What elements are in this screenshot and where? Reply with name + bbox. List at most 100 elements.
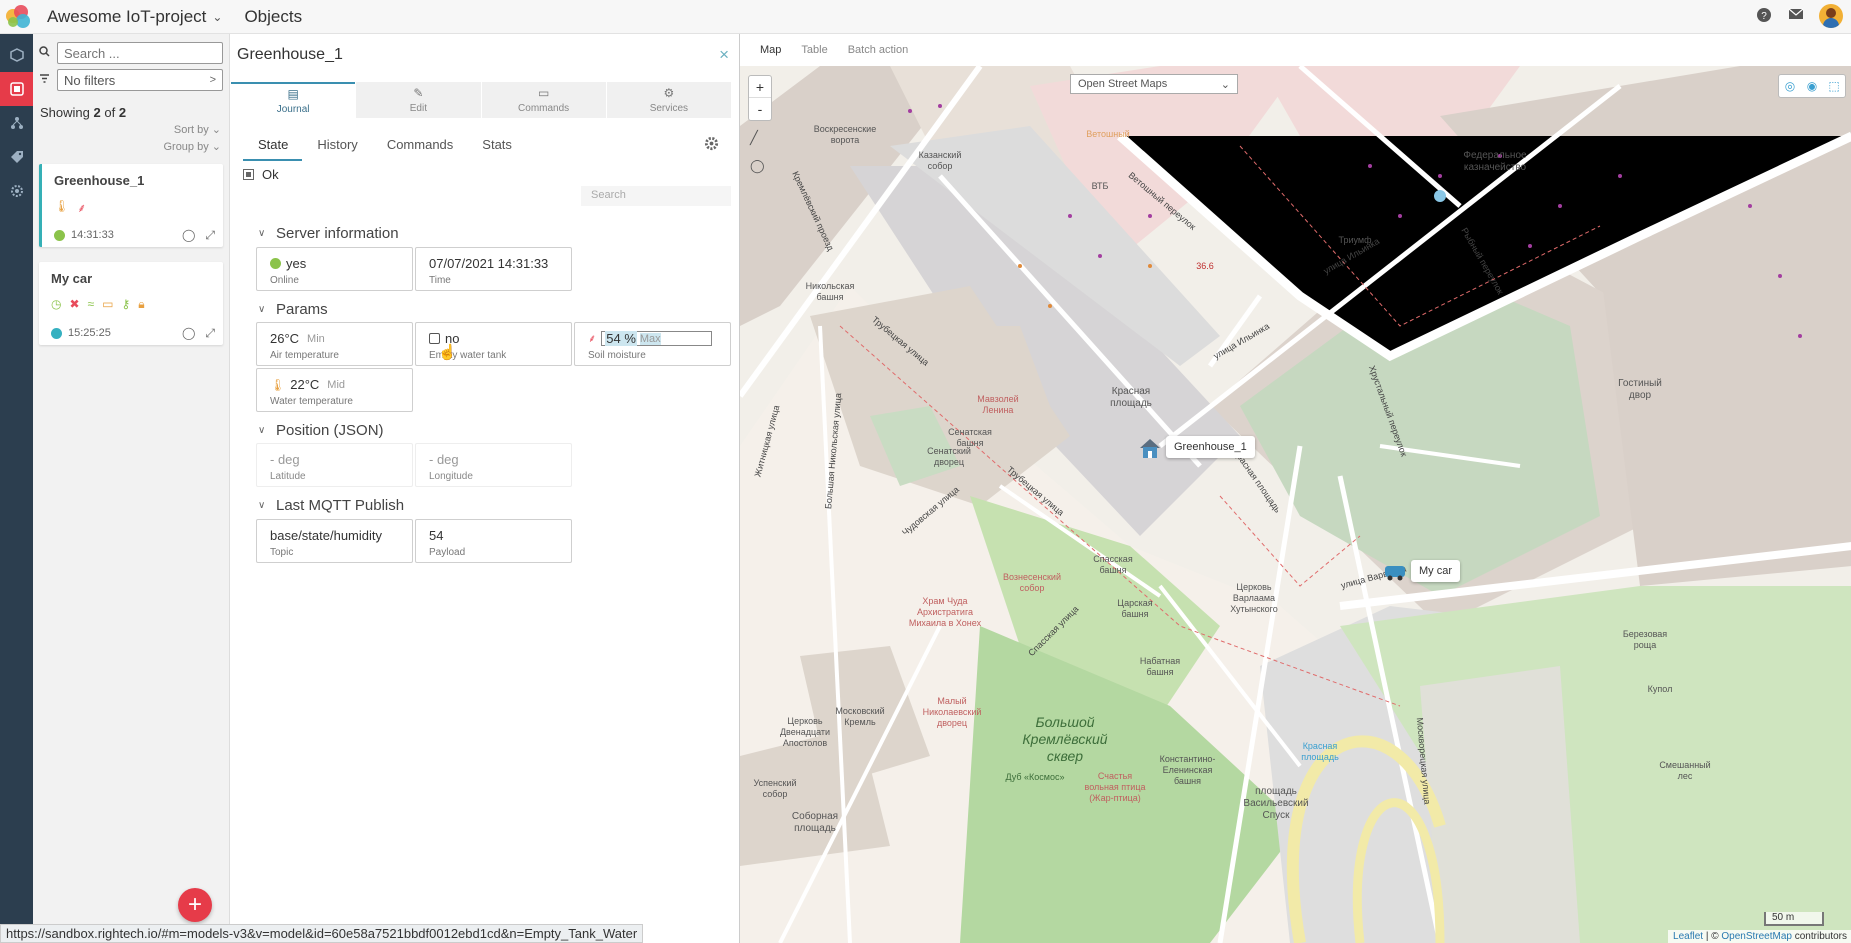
chevron-down-icon: ⌄ xyxy=(211,141,221,153)
nav-objects-icon[interactable] xyxy=(0,72,33,106)
tab-state[interactable]: State xyxy=(243,135,303,161)
group-position[interactable]: ∨ Position (JSON) xyxy=(258,422,384,439)
filter-label: No filters xyxy=(64,72,116,88)
project-selector[interactable]: Awesome IoT-project ⌄ xyxy=(47,7,222,27)
object-detail-panel: Greenhouse_1 × ▤ Journal ✎ Edit ▭ Comman… xyxy=(231,34,739,943)
chevron-down-icon: ⌄ xyxy=(212,9,223,24)
nav-tags-icon[interactable] xyxy=(0,140,33,174)
mail-icon[interactable] xyxy=(1787,7,1805,25)
tab-map[interactable]: Map xyxy=(760,44,781,56)
map-label-skver: Большой Кремлёвский сквер xyxy=(1022,714,1108,764)
map-label-krasnaya-station: Красная площадь xyxy=(1301,741,1339,762)
map-label-uspensky: Успенский собор xyxy=(753,778,797,799)
services-icon: ⚙ xyxy=(663,86,675,100)
edit-icon: ✎ xyxy=(413,86,424,100)
zoom-in-button[interactable]: + xyxy=(749,76,771,98)
map-label-kazansky: Казанский собор xyxy=(918,150,962,171)
map-label-berez: Березовая роща xyxy=(1622,629,1668,650)
svg-text:?: ? xyxy=(1761,11,1767,22)
group-by-button[interactable]: Group by ⌄ xyxy=(163,140,221,153)
object-card-car[interactable]: My car ◷ ✖ ≈ ▭ ⚷ 🔒︎ 15:25:25 ◯ ⤢ xyxy=(39,262,223,345)
tab-journal[interactable]: ▤ Journal xyxy=(231,82,356,118)
chevron-down-icon: ∨ xyxy=(258,304,266,315)
target-icon[interactable]: ◎ xyxy=(1779,75,1801,97)
ruler-icon[interactable]: ╱ xyxy=(750,130,765,146)
map-panel: Map Table Batch action Красная площадь С… xyxy=(739,34,1851,943)
app-logo[interactable] xyxy=(4,1,36,33)
tile-payload: 54 Payload xyxy=(415,519,572,563)
object-card-greenhouse[interactable]: Greenhouse_1 🌡 ⸙ 14:31:33 ◯ ⤢ xyxy=(39,164,223,247)
tab-table[interactable]: Table xyxy=(801,44,827,56)
locate-icon[interactable]: ◯ xyxy=(182,228,195,243)
chevron-down-icon: ∨ xyxy=(258,500,266,511)
search-input[interactable] xyxy=(57,42,223,64)
locate-icon[interactable]: ◯ xyxy=(182,326,195,341)
journal-icon: ▤ xyxy=(287,87,299,101)
sort-by-button[interactable]: Sort by ⌄ xyxy=(174,123,221,136)
tab-stats[interactable]: Stats xyxy=(467,135,526,161)
group-params[interactable]: ∨ Params xyxy=(258,301,328,318)
map-tabs: Map Table Batch action xyxy=(740,34,1851,66)
map-label-federal: Федеральное казначейство xyxy=(1463,150,1527,173)
wifi-icon: ≈ xyxy=(87,297,95,311)
map-label-vozn: Вознесенский собор xyxy=(1003,572,1061,593)
map-marker-car[interactable]: My car xyxy=(1383,560,1460,582)
map-label-dvenadtsat: Церковь Двенадцати Апостолов xyxy=(779,716,831,748)
map-label-maly: Малый Николаевский дворец xyxy=(922,696,982,728)
nav-settings-icon[interactable] xyxy=(0,174,33,208)
gear-icon[interactable] xyxy=(704,136,719,155)
nav-automation-icon[interactable] xyxy=(0,106,33,140)
map-label-smesh: Смешанный лес xyxy=(1659,760,1711,781)
filter-selector[interactable]: No filters > xyxy=(57,69,223,91)
group-server-information[interactable]: ∨ Server information xyxy=(258,225,399,242)
map-attribution: Leaflet | © OpenStreetMap contributors xyxy=(1668,930,1851,943)
expand-icon[interactable]: ⤢ xyxy=(205,228,215,243)
map-label-voskres: Воскресенские ворота xyxy=(813,124,877,145)
soil-moisture-value[interactable]: 54 % Max xyxy=(601,331,713,346)
tab-history[interactable]: History xyxy=(302,135,371,161)
nav-models-icon[interactable] xyxy=(0,38,33,72)
state-search-input[interactable]: Search xyxy=(581,186,731,206)
map-label-senatskaya-tower: Сенатская башня xyxy=(948,427,992,448)
status-url-bar: https://sandbox.rightech.io/#m=models-v3… xyxy=(0,924,644,943)
zoom-out-button[interactable]: - xyxy=(749,98,771,120)
filter-icon xyxy=(39,73,51,87)
add-object-button[interactable]: + xyxy=(178,888,212,922)
detail-main-tabs: ▤ Journal ✎ Edit ▭ Commands ⚙ Services xyxy=(231,82,732,118)
tab-commands[interactable]: ▭ Commands xyxy=(481,82,606,118)
circle-tool-icon[interactable]: ◯ xyxy=(750,158,765,174)
tab-commands-sub[interactable]: Commands xyxy=(372,135,467,161)
battery-icon: ▭ xyxy=(102,297,114,311)
group-last-mqtt[interactable]: ∨ Last MQTT Publish xyxy=(258,497,404,514)
map-marker-greenhouse[interactable]: Greenhouse_1 xyxy=(1138,436,1255,458)
tab-batch-action[interactable]: Batch action xyxy=(848,44,909,56)
expand-icon[interactable]: ⤢ xyxy=(205,326,215,341)
tile-air-temperature: 26°C Min Air temperature xyxy=(256,322,413,366)
marker-label: My car xyxy=(1411,560,1460,582)
map-label-varlaam: Церковь Варлаама Хутынского xyxy=(1230,582,1278,614)
detail-title: Greenhouse_1 xyxy=(237,46,343,63)
leaflet-link[interactable]: Leaflet xyxy=(1673,931,1703,942)
map-label-mavzoley: Мавзолей Ленина xyxy=(977,394,1019,415)
map-layer-select[interactable]: Open Street Maps ⌄ xyxy=(1070,74,1238,94)
status-ok: Ok xyxy=(243,167,279,182)
zoom-control: + - xyxy=(748,75,772,121)
help-icon[interactable]: ? xyxy=(1755,7,1773,25)
chevron-right-icon: > xyxy=(209,74,216,86)
tab-services[interactable]: ⚙ Services xyxy=(606,82,731,118)
thermometer-icon: 🌡 xyxy=(54,199,70,213)
status-dot xyxy=(51,327,62,339)
map-canvas[interactable]: Красная площадь Сенатский дворец Мавзоле… xyxy=(740,66,1851,943)
tile-online: yes Online xyxy=(256,247,413,291)
tab-edit[interactable]: ✎ Edit xyxy=(356,82,481,118)
online-dot xyxy=(270,258,281,269)
map-label-dub: Дуб «Космос» xyxy=(1005,772,1065,782)
layers-icon[interactable]: ⬚ xyxy=(1823,75,1845,97)
user-avatar[interactable] xyxy=(1819,4,1843,28)
close-icon[interactable]: × xyxy=(719,45,729,65)
project-name: Awesome IoT-project xyxy=(47,6,207,26)
eye-icon[interactable]: ◉ xyxy=(1801,75,1823,97)
osm-link[interactable]: OpenStreetMap xyxy=(1721,931,1792,942)
tile-empty-water-tank: no Empty water tank ☝ xyxy=(415,322,572,366)
map-label-tsarskaya: Царская башня xyxy=(1117,598,1153,619)
